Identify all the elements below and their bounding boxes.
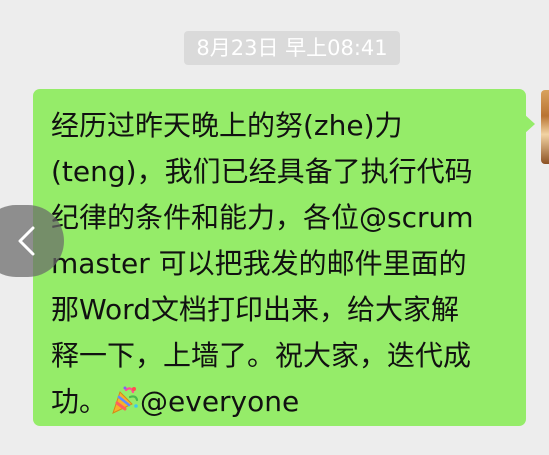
message-bubble[interactable]: 经历过昨天晚上的努(zhe)力 (teng)，我们已经具备了执行代码 纪律的条件… (33, 89, 526, 426)
party-popper-icon (109, 383, 139, 414)
message-line: 纪律的条件和能力，各位@scrum (51, 201, 474, 234)
message-last-line: 功。 @everyone (51, 379, 512, 425)
message-line-text: 功。 (51, 385, 108, 418)
message-timestamp: 8月23日 早上08:41 (184, 31, 400, 65)
message-mention[interactable]: @everyone (140, 385, 299, 418)
message-line: master 可以把我发的邮件里面的 (51, 247, 467, 280)
chevron-left-icon (18, 226, 35, 256)
chat-screen: 8月23日 早上08:41 经历过昨天晚上的努(zhe)力 (teng)，我们已… (0, 0, 549, 455)
sender-avatar[interactable] (541, 90, 549, 164)
message-bubble-tail (524, 114, 535, 134)
message-line: (teng)，我们已经具备了执行代码 (51, 155, 473, 188)
message-line: 经历过昨天晚上的努(zhe)力 (51, 109, 403, 142)
message-line: 释一下，上墙了。祝大家，迭代成 (51, 339, 472, 372)
message-line: 那Word文档打印出来，给大家解 (51, 293, 459, 326)
